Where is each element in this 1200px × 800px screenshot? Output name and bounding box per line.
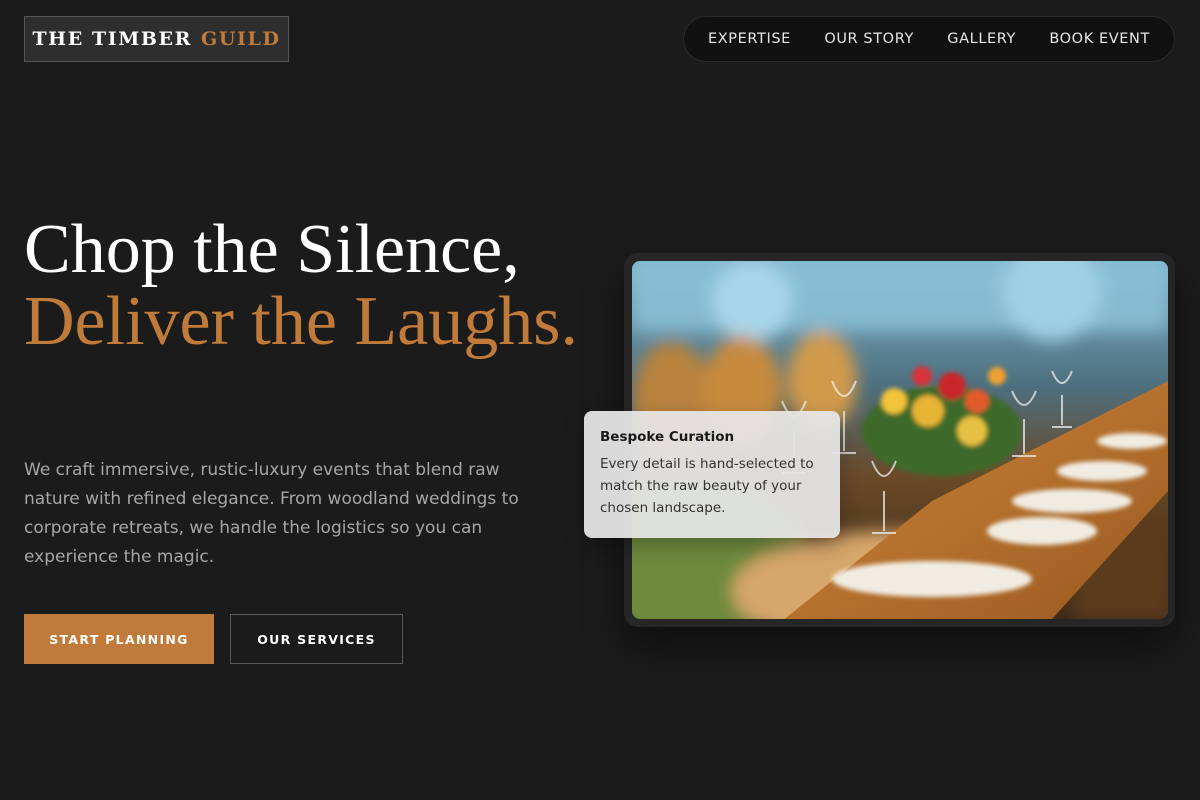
our-services-button[interactable]: OUR SERVICES: [230, 614, 403, 664]
brand-logo[interactable]: THE TIMBER GUILD: [24, 16, 289, 62]
hero-headline-line1: Chop the Silence,: [24, 211, 520, 288]
card-title: Bespoke Curation: [600, 429, 735, 445]
nav-item-expertise[interactable]: EXPERTISE: [708, 31, 791, 47]
nav-item-gallery[interactable]: GALLERY: [947, 31, 1016, 47]
brand-name-primary: THE TIMBER: [32, 28, 193, 50]
brand-name-accent: GUILD: [201, 28, 281, 50]
bespoke-curation-card: Bespoke Curation Every detail is hand-se…: [584, 411, 840, 538]
main-nav: EXPERTISE OUR STORY GALLERY BOOK EVENT: [683, 16, 1175, 62]
nav-item-our-story[interactable]: OUR STORY: [824, 31, 914, 47]
card-body: Every detail is hand-selected to match t…: [600, 456, 814, 516]
hero-description: We craft immersive, rustic-luxury events…: [24, 460, 519, 567]
hero-headline-line2: Deliver the Laughs.: [24, 283, 578, 360]
start-planning-button[interactable]: START PLANNING: [24, 614, 214, 664]
nav-item-book-event[interactable]: BOOK EVENT: [1049, 31, 1150, 47]
hero-headline: Chop the Silence, Deliver the Laughs.: [24, 214, 604, 358]
